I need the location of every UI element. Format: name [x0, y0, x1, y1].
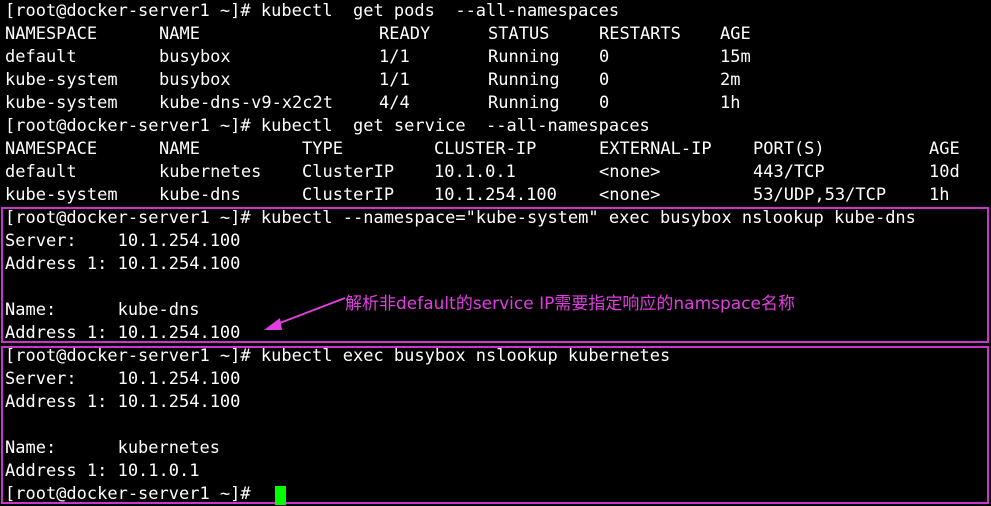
- service-cell-ports: 443/TCP: [753, 162, 825, 182]
- pods-cell-namespace: default: [5, 47, 77, 67]
- pods-header-ready: READY: [379, 24, 431, 44]
- pods-cell-age: 1h: [720, 93, 741, 113]
- table-row: kube-system kube-dns-v9-x2c2t 4/4 Runnin…: [5, 92, 989, 115]
- nslookup-server-line: Server: 10.1.254.100: [5, 369, 241, 389]
- nslookup-address-line: Address 1: 10.1.254.100: [5, 254, 241, 274]
- pods-header-namespace: NAMESPACE: [5, 24, 98, 44]
- nslookup-name-line: Name: kubernetes: [5, 438, 220, 458]
- pods-cell-name: kube-dns-v9-x2c2t: [159, 93, 333, 113]
- table-row: default busybox 1/1 Running 0 15m: [5, 46, 989, 69]
- command-line-nslookup-kube-dns: [root@docker-server1 ~]# kubectl --names…: [5, 208, 916, 228]
- service-cell-type: ClusterIP: [302, 185, 395, 205]
- command-line-get-pods: [root@docker-server1 ~]# kubectl get pod…: [5, 1, 620, 21]
- pods-cell-ready: 1/1: [379, 47, 410, 67]
- pods-cell-age: 15m: [720, 47, 751, 67]
- pods-cell-ready: 1/1: [379, 70, 410, 90]
- annotation-label: 解析非default的service IP需要指定响应的namspace名称: [345, 294, 796, 314]
- command-line-nslookup-kubernetes: [root@docker-server1 ~]# kubectl exec bu…: [5, 346, 671, 366]
- service-header-ports: PORT(S): [753, 139, 825, 159]
- service-header-external-ip: EXTERNAL-IP: [599, 139, 712, 159]
- service-header-type: TYPE: [302, 139, 343, 159]
- nslookup-server-line: Server: 10.1.254.100: [5, 231, 241, 251]
- terminal-cursor: [275, 486, 286, 505]
- service-table-header: NAMESPACE NAME TYPE CLUSTER-IP EXTERNAL-…: [5, 138, 989, 161]
- service-cell-namespace: default: [5, 162, 77, 182]
- pods-cell-status: Running: [488, 47, 560, 67]
- table-row: kube-system kube-dns ClusterIP 10.1.254.…: [5, 184, 989, 207]
- table-row: default kubernetes ClusterIP 10.1.0.1 <n…: [5, 161, 989, 184]
- nslookup-name-address-line: Address 1: 10.1.0.1: [5, 461, 200, 481]
- pods-cell-restarts: 0: [599, 93, 610, 113]
- service-header-name: NAME: [159, 139, 200, 159]
- service-cell-age: 1h: [929, 185, 950, 205]
- service-cell-ports: 53/UDP,53/TCP: [753, 185, 887, 205]
- service-header-cluster-ip: CLUSTER-IP: [434, 139, 537, 159]
- service-cell-name: kube-dns: [159, 185, 241, 205]
- pods-header-age: AGE: [720, 24, 751, 44]
- service-cell-external-ip: <none>: [599, 185, 661, 205]
- nslookup-name-address-line: Address 1: 10.1.254.100: [5, 323, 241, 343]
- pods-cell-namespace: kube-system: [5, 70, 118, 90]
- nslookup-address-line: Address 1: 10.1.254.100: [5, 392, 241, 412]
- pods-table-header: NAMESPACE NAME READY STATUS RESTARTS AGE: [5, 23, 989, 46]
- service-header-age: AGE: [929, 139, 960, 159]
- pods-cell-status: Running: [488, 70, 560, 90]
- pods-cell-restarts: 0: [599, 70, 610, 90]
- pods-header-restarts: RESTARTS: [599, 24, 681, 44]
- pods-cell-namespace: kube-system: [5, 93, 118, 113]
- table-row: kube-system busybox 1/1 Running 0 2m: [5, 69, 989, 92]
- service-cell-cluster-ip: 10.1.254.100: [434, 185, 557, 205]
- shell-prompt[interactable]: [root@docker-server1 ~]#: [5, 483, 261, 506]
- nslookup-name-line: Name: kube-dns: [5, 300, 200, 320]
- pods-cell-status: Running: [488, 93, 560, 113]
- annotation-arrow-icon: [264, 297, 346, 330]
- service-cell-external-ip: <none>: [599, 162, 661, 182]
- service-header-namespace: NAMESPACE: [5, 139, 98, 159]
- service-cell-type: ClusterIP: [302, 162, 395, 182]
- pods-cell-restarts: 0: [599, 47, 610, 67]
- service-cell-cluster-ip: 10.1.0.1: [434, 162, 516, 182]
- pods-cell-name: busybox: [159, 70, 231, 90]
- command-line-get-service: [root@docker-server1 ~]# kubectl get ser…: [5, 116, 650, 136]
- service-cell-name: kubernetes: [159, 162, 262, 182]
- pods-cell-name: busybox: [159, 47, 231, 67]
- service-cell-namespace: kube-system: [5, 185, 118, 205]
- service-cell-age: 10d: [929, 162, 960, 182]
- terminal-window[interactable]: [root@docker-server1 ~]# kubectl get pod…: [5, 0, 989, 506]
- pods-cell-age: 2m: [720, 70, 741, 90]
- pods-header-status: STATUS: [488, 24, 550, 44]
- pods-header-name: NAME: [159, 24, 200, 44]
- pods-cell-ready: 4/4: [379, 93, 410, 113]
